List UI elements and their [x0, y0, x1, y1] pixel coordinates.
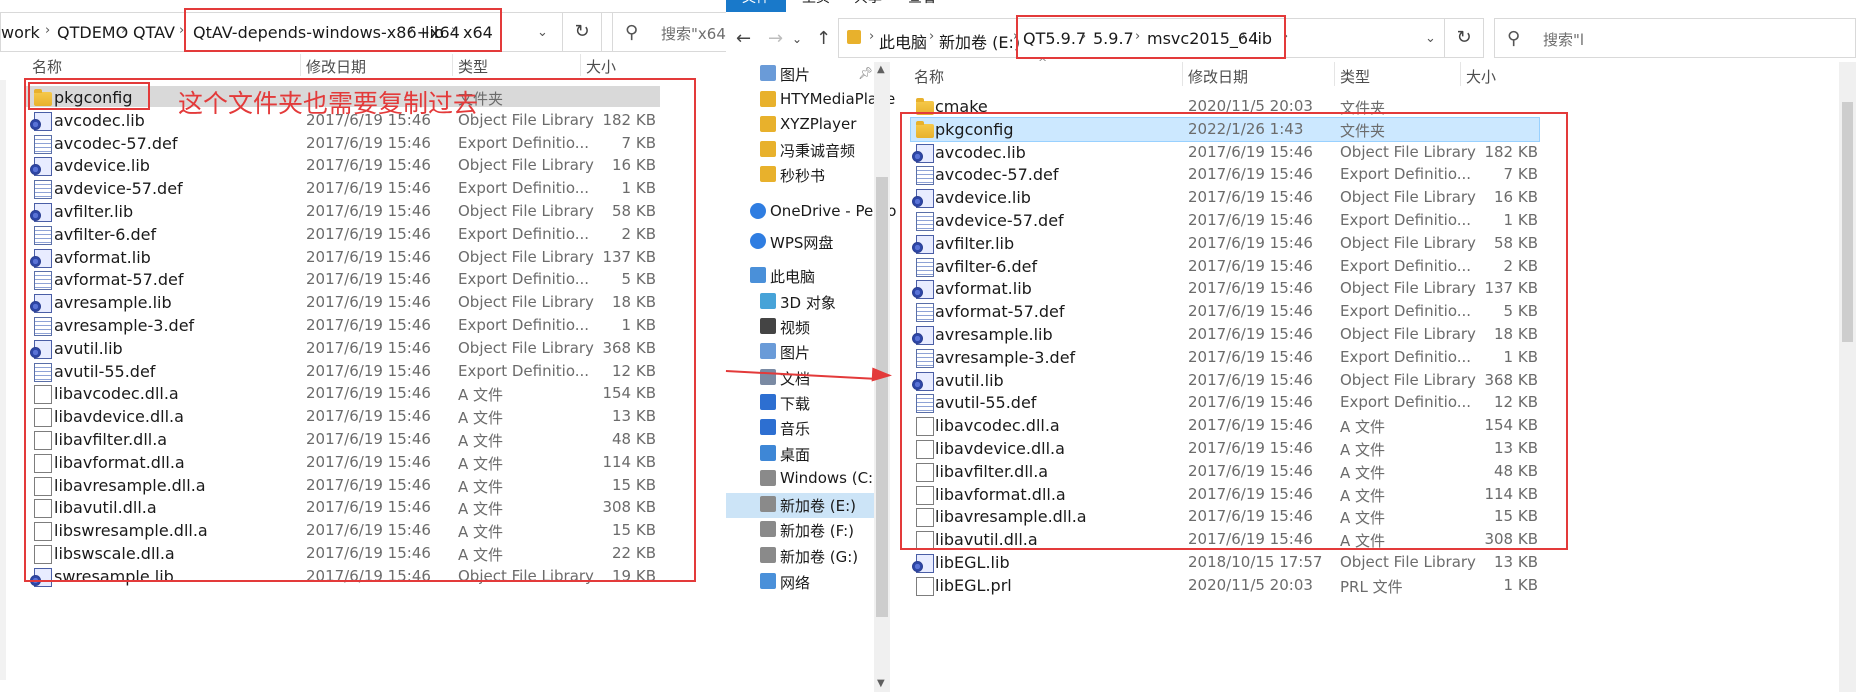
annotation-box-files	[24, 78, 696, 582]
ribbon-tab-share[interactable]: 共享	[854, 0, 882, 6]
chevron-right-icon[interactable]: ›	[121, 23, 126, 38]
history-chevron-icon[interactable]: ⌄	[792, 32, 802, 46]
chevron-down-icon[interactable]: ⌄	[1425, 31, 1436, 46]
column-divider[interactable]	[580, 54, 581, 76]
folder-icon	[847, 30, 861, 44]
chevron-right-icon[interactable]: ›	[929, 29, 934, 44]
up-arrow-icon[interactable]: ↑	[816, 28, 831, 49]
column-header-type[interactable]: 类型	[458, 56, 488, 77]
column-header-size[interactable]: 大小	[586, 56, 616, 77]
column-header-name[interactable]: 名称	[914, 66, 944, 87]
library-file-icon	[912, 554, 934, 573]
chevron-down-icon[interactable]: ⌄	[537, 25, 548, 40]
search-icon: ⚲	[1507, 28, 1521, 49]
file-date: 2020/11/5 20:03	[1188, 575, 1313, 594]
search-icon: ⚲	[625, 22, 639, 43]
pin-icon[interactable]: 📌︎	[858, 66, 873, 80]
annotation-note: 这个文件夹也需要复制过去	[178, 89, 479, 118]
column-divider[interactable]	[1334, 62, 1335, 86]
column-header-type[interactable]: 类型	[1340, 66, 1370, 87]
column-header-size[interactable]: 大小	[1466, 66, 1496, 87]
column-divider[interactable]	[452, 54, 453, 76]
refresh-button[interactable]: ↻	[1444, 18, 1484, 58]
file-size: 13 KB	[1494, 553, 1538, 571]
file-name: libEGL.prl	[935, 575, 1012, 595]
right-explorer-window: 文件 主页 共享 查看 ← → ⌄ ↑ › 此电脑 › 新加卷 (E:) › Q…	[726, 0, 1856, 692]
breadcrumb-qtdemo[interactable]: QTDEMO	[57, 23, 128, 42]
file-type: PRL 文件	[1340, 577, 1403, 596]
column-divider[interactable]	[1460, 62, 1461, 86]
chevron-right-icon[interactable]: ›	[45, 23, 50, 38]
ribbon-tabs: 文件 主页 共享 查看	[726, 0, 1856, 12]
file-list-scrollbar[interactable]	[1839, 62, 1856, 692]
file-size: 1 KB	[1503, 575, 1538, 594]
breadcrumb-qtav[interactable]: QTAV	[133, 23, 175, 42]
file-icon	[916, 576, 934, 596]
ribbon-tab-view[interactable]: 查看	[908, 0, 936, 6]
chevron-right-icon[interactable]: ›	[869, 29, 874, 44]
annotation-box-pkgconfig	[28, 82, 150, 110]
annotation-box-path	[1016, 15, 1286, 59]
file-name: libEGL.lib	[935, 553, 1010, 572]
ribbon-tab-file[interactable]: 文件	[726, 0, 786, 12]
annotation-box-files	[900, 112, 1568, 550]
file-row[interactable]: libEGL.prl 2020/11/5 20:03 PRL 文件 1 KB	[726, 573, 1836, 600]
nav-item[interactable]: 图片	[726, 62, 874, 87]
column-header-name[interactable]: 名称	[32, 56, 62, 77]
breadcrumb-drive-e[interactable]: 新加卷 (E:)	[939, 29, 1020, 53]
scroll-up-icon[interactable]: ▲	[877, 64, 885, 75]
refresh-button[interactable]: ↻	[562, 12, 602, 52]
column-divider[interactable]	[1182, 62, 1183, 86]
nav-item-label: 图片	[780, 66, 811, 84]
file-date: 2018/10/15 17:57	[1188, 553, 1323, 571]
back-arrow-icon[interactable]: ←	[736, 28, 751, 49]
annotation-arrow-head	[871, 367, 893, 383]
scroll-down-icon[interactable]: ▼	[877, 678, 885, 689]
column-header-date[interactable]: 修改日期	[306, 56, 366, 77]
ribbon-tab-home[interactable]: 主页	[802, 0, 830, 6]
picture-icon	[760, 65, 776, 81]
annotation-box-path	[184, 8, 502, 52]
scrollbar-thumb[interactable]	[1842, 102, 1853, 342]
column-divider[interactable]	[300, 54, 301, 76]
search-input[interactable]: ⚲ 搜索"l	[1494, 18, 1856, 58]
search-placeholder: 搜索"x64"	[661, 25, 733, 43]
breadcrumb-work[interactable]: work	[1, 23, 40, 42]
breadcrumb-this-pc[interactable]: 此电脑	[879, 29, 927, 53]
search-placeholder: 搜索"l	[1543, 31, 1585, 49]
column-header-date[interactable]: 修改日期	[1188, 66, 1248, 87]
forward-arrow-icon[interactable]: →	[768, 28, 783, 49]
